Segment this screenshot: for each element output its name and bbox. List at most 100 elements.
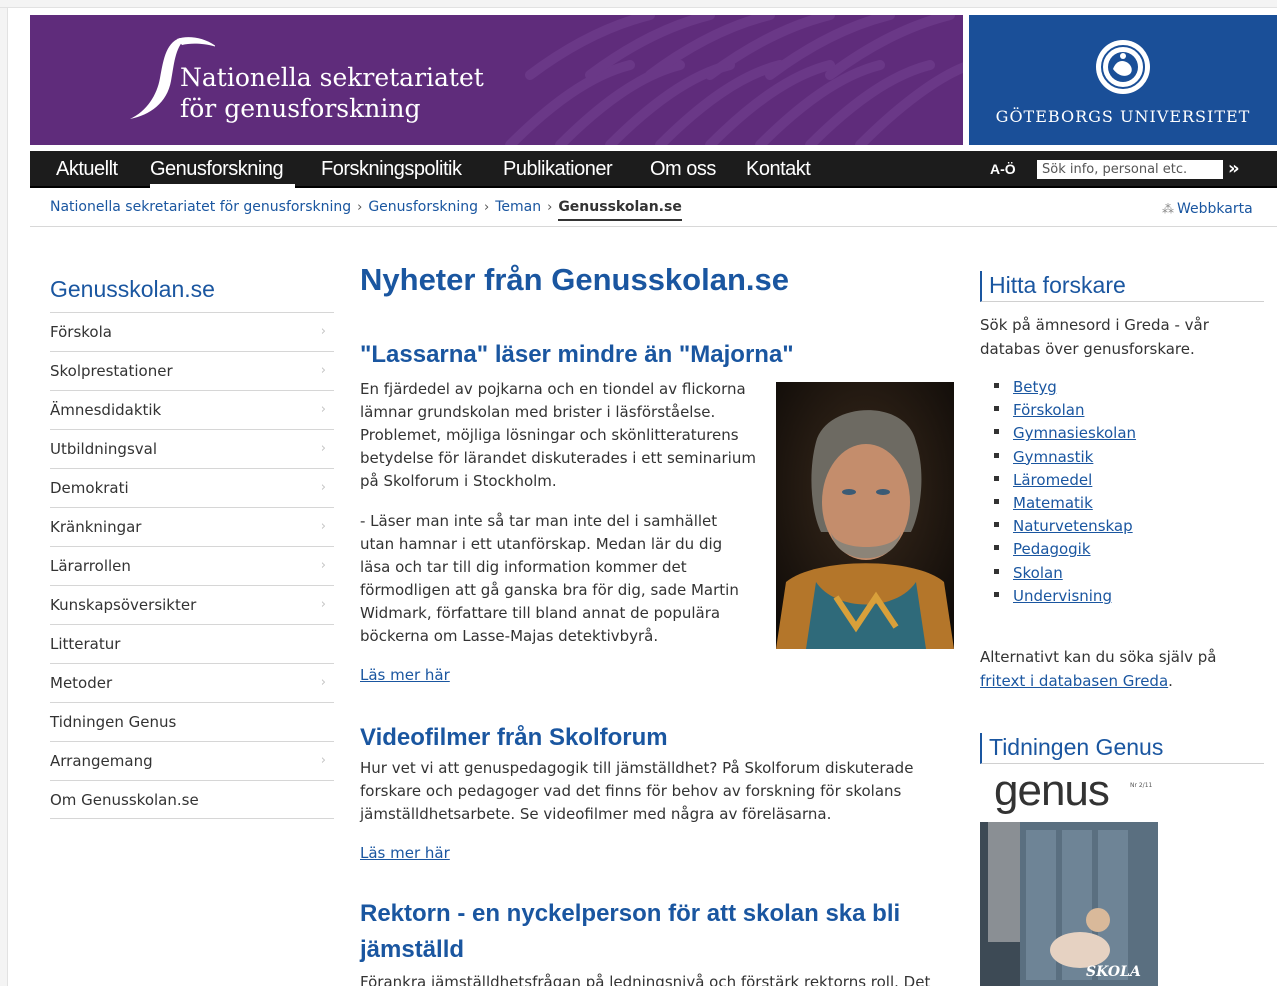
magazine-cover[interactable]: genus Nr 2/11 SKOLA (980, 770, 1158, 986)
list-item: Förskolan (994, 399, 1136, 422)
text-line: - Läser man inte så tar man inte del i s… (360, 512, 718, 530)
topic-link-gymnastik[interactable]: Gymnastik (1013, 448, 1093, 466)
text-line: lämnar grundskolan med brister i läsförs… (360, 403, 716, 421)
sidebar-item-label: Skolprestationer (50, 362, 173, 380)
chevron-right-icon: › (320, 441, 326, 456)
martin-widmark-photo (776, 382, 954, 649)
list-item: Gymnastik (994, 446, 1136, 469)
sidebar-item-kunskapsoversikter[interactable]: Kunskapsöversikter › (50, 585, 334, 624)
magazine-cover-headline: SKOLA (1086, 964, 1141, 980)
breadcrumb-divider (30, 226, 1277, 227)
text-line: på Skolforum i Stockholm. (360, 472, 557, 490)
topic-link-naturvetenskap[interactable]: Naturvetenskap (1013, 517, 1133, 535)
text-line: läsa och tar till dig information kommer… (360, 558, 687, 576)
main-navigation: Aktuellt Genusforskning Forskningspoliti… (30, 151, 1277, 188)
university-name: GÖTEBORGS UNIVERSITET (995, 107, 1251, 126)
sitemap-link[interactable]: ⁂ Webbkarta (1162, 201, 1253, 217)
bullet-icon (994, 383, 999, 388)
breadcrumb: Nationella sekretariatet för genusforskn… (50, 199, 682, 221)
list-item: Skolan (994, 562, 1136, 585)
topic-link-matematik[interactable]: Matematik (1013, 494, 1093, 512)
organisation-name-line1: Nationella sekretariatet (180, 63, 484, 92)
article-title[interactable]: "Lassarna" läser mindre än "Majorna" (360, 341, 794, 369)
sidebar-title[interactable]: Genusskolan.se (50, 276, 215, 303)
breadcrumb-separator: › (547, 200, 553, 215)
text-line: utan hamnar i ett utanförskap. Medan lär… (360, 535, 723, 553)
chevron-right-icon: › (320, 363, 326, 378)
topic-link-gymnasieskolan[interactable]: Gymnasieskolan (1013, 424, 1136, 442)
organisation-name: Nationella sekretariatet för genusforskn… (180, 62, 484, 124)
nav-forskningspolitik[interactable]: Forskningspolitik (321, 158, 462, 181)
chevron-right-icon: › (320, 480, 326, 495)
sidebar-item-utbildningsval[interactable]: Utbildningsval › (50, 429, 334, 468)
sidebar-item-lararrollen[interactable]: Lärarrollen › (50, 546, 334, 585)
read-more-link[interactable]: Läs mer här (360, 666, 450, 684)
sidebar-item-tidningen-genus[interactable]: Tidningen Genus (50, 702, 334, 741)
text-line: böckerna om Lasse-Majas detektivbyrå. (360, 627, 659, 645)
sidebar-item-arrangemang[interactable]: Arrangemang › (50, 741, 334, 780)
nav-aktuellt[interactable]: Aktuellt (56, 158, 118, 181)
sidebar-item-demokrati[interactable]: Demokrati › (50, 468, 334, 507)
site-banner[interactable]: Nationella sekretariatet för genusforskn… (30, 15, 963, 145)
topic-link-undervisning[interactable]: Undervisning (1013, 587, 1112, 605)
nav-om-oss[interactable]: Om oss (650, 158, 716, 181)
text-line: En fjärdedel av pojkarna och en tiondel … (360, 380, 746, 398)
topic-link-pedagogik[interactable]: Pedagogik (1013, 540, 1091, 558)
university-banner[interactable]: GÖTEBORGS UNIVERSITET (969, 15, 1277, 145)
read-more-link[interactable]: Läs mer här (360, 844, 450, 862)
chevron-right-icon: › (320, 753, 326, 768)
site-search-input[interactable] (1037, 160, 1223, 179)
chevron-right-icon: › (320, 675, 326, 690)
sidebar-item-metoder[interactable]: Metoder › (50, 663, 334, 702)
nav-active-indicator (150, 184, 295, 188)
alternative-search-text: Alternativt kan du söka själv på fritext… (980, 645, 1264, 693)
find-researcher-text: Sök på ämnesord i Greda - vår databas öv… (980, 313, 1264, 361)
nav-publikationer[interactable]: Publikationer (503, 158, 613, 181)
breadcrumb-separator: › (484, 200, 490, 215)
article-title-line2[interactable]: jämställd (360, 936, 464, 964)
topic-link-laromedel[interactable]: Läromedel (1013, 471, 1092, 489)
topic-list: Betyg Förskolan Gymnasieskolan Gymnastik… (994, 376, 1136, 608)
nav-kontakt[interactable]: Kontakt (746, 158, 811, 181)
greda-freetext-link[interactable]: fritext i databasen Greda (980, 672, 1168, 690)
sentence-end: . (1168, 672, 1173, 690)
bullet-icon (994, 406, 999, 412)
breadcrumb-separator: › (357, 200, 363, 215)
sidebar-item-forskola[interactable]: Förskola › (50, 312, 334, 351)
sidebar-item-skolprestationer[interactable]: Skolprestationer › (50, 351, 334, 390)
sidebar-item-krankningar[interactable]: Kränkningar › (50, 507, 334, 546)
bullet-icon (994, 498, 999, 504)
text-line: jämställdhetsarbete. Se videofilmer med … (360, 805, 832, 823)
chevron-right-icon: › (320, 558, 326, 573)
article-title-line1[interactable]: Rektorn - en nyckelperson för att skolan… (360, 900, 900, 928)
text-line: databas över genusforskare. (980, 340, 1195, 358)
topic-link-skolan[interactable]: Skolan (1013, 564, 1063, 582)
sidebar-item-label: Om Genusskolan.se (50, 791, 199, 809)
sidebar-item-amnesdidaktik[interactable]: Ämnesdidaktik › (50, 390, 334, 429)
breadcrumb-link-teman[interactable]: Teman (495, 199, 541, 215)
chevron-right-icon: › (320, 402, 326, 417)
topic-link-betyg[interactable]: Betyg (1013, 378, 1057, 396)
article-intro: En fjärdedel av pojkarna och en tiondel … (360, 378, 770, 493)
topic-link-forskolan[interactable]: Förskolan (1013, 401, 1084, 419)
article-title[interactable]: Videofilmer från Skolforum (360, 724, 668, 752)
a-to-o-index-link[interactable]: A-Ö (990, 161, 1016, 177)
window-top-border (0, 0, 1277, 8)
sidebar-item-label: Kunskapsöversikter (50, 596, 197, 614)
list-item: Betyg (994, 376, 1136, 399)
text-line: Widmark, författare till bland annat de … (360, 604, 721, 622)
sidebar-item-label: Demokrati (50, 479, 129, 497)
bullet-icon (994, 452, 999, 458)
breadcrumb-link-genusforskning[interactable]: Genusforskning (368, 199, 478, 215)
chevron-right-icon: › (320, 324, 326, 339)
nav-genusforskning[interactable]: Genusforskning (150, 158, 284, 181)
university-seal-icon (1096, 40, 1150, 94)
text-line: fritext i databasen Greda. (980, 669, 1264, 693)
sidebar-item-om-genusskolan[interactable]: Om Genusskolan.se (50, 780, 334, 819)
breadcrumb-current: Genusskolan.se (558, 199, 682, 221)
magazine-heading: Tidningen Genus (980, 733, 1264, 764)
breadcrumb-link-secretariat[interactable]: Nationella sekretariatet för genusforskn… (50, 199, 351, 215)
sidebar-item-litteratur[interactable]: Litteratur (50, 624, 334, 663)
search-submit-button[interactable]: » (1228, 158, 1240, 179)
bullet-icon (994, 591, 999, 597)
